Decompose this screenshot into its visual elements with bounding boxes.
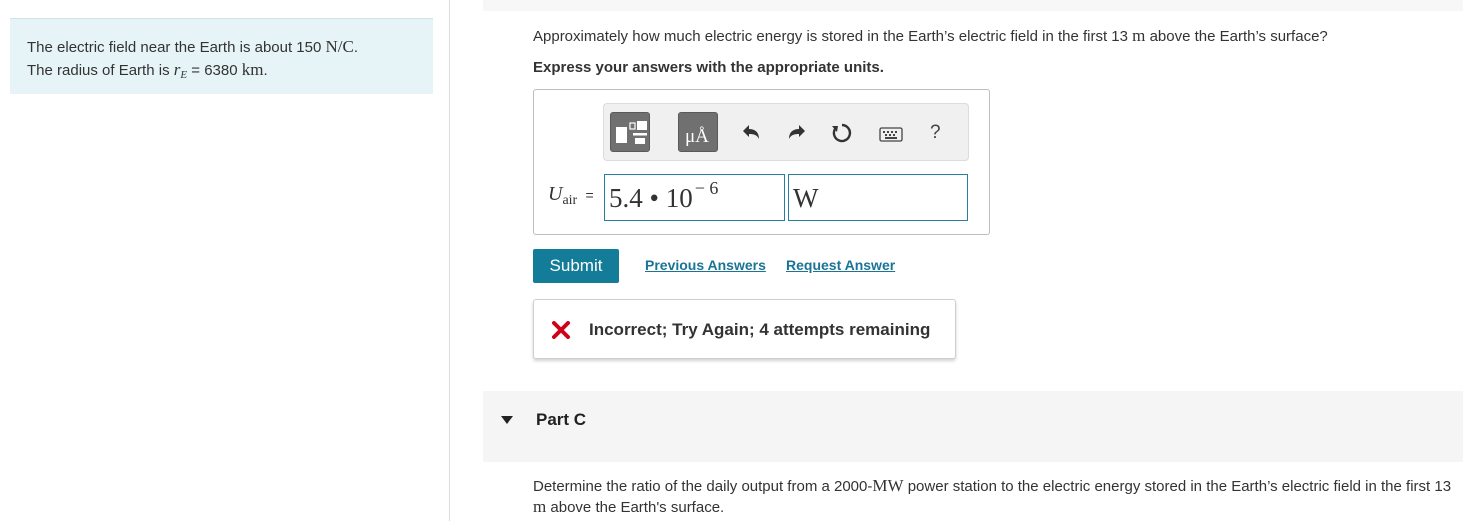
part-c-q-post: above the Earth's surface. (550, 499, 725, 516)
question-pre: Approximately how much electric energy i… (533, 28, 1128, 45)
radius-var: rE (174, 60, 188, 81)
undo-icon[interactable] (738, 122, 762, 144)
answer-variable-label: Uair = (548, 183, 594, 208)
instruction-text: Express your answers with the appropriat… (533, 59, 884, 76)
help-button[interactable]: ? (930, 122, 941, 144)
feedback-message: Incorrect; Try Again; 4 attempts remaini… (589, 320, 931, 339)
unit-value: W (793, 183, 819, 213)
part-c-q-pre: Determine the ratio of the daily output … (533, 478, 873, 495)
info-field-text: The electric field near the Earth is abo… (27, 39, 322, 56)
templates-button[interactable] (610, 112, 650, 152)
problem-info-panel: The electric field near the Earth is abo… (10, 18, 433, 94)
value-mantissa: 5.4 • 10 (609, 183, 693, 213)
redo-icon[interactable] (786, 122, 810, 144)
part-c-unit-m: m (533, 497, 547, 516)
part-c-header[interactable]: Part C (483, 391, 1463, 462)
field-unit: N/C (325, 37, 354, 56)
part-c-unit-mw: MW (872, 476, 904, 495)
question-unit: m (1132, 26, 1146, 45)
question-text: Approximately how much electric energy i… (533, 26, 1328, 46)
templates-icon (616, 121, 647, 144)
info-radius-text: The radius of Earth is (27, 62, 170, 79)
panel-divider (449, 0, 450, 521)
period: . (263, 62, 268, 79)
caret-down-icon (501, 416, 513, 424)
info-line-radius: The radius of Earth is rE = 6380 km. (27, 59, 433, 82)
var-u: U (548, 183, 563, 205)
value-input[interactable]: 5.4 • 10− 6 (604, 174, 785, 221)
value-exponent: − 6 (694, 178, 719, 198)
part-c-q-mid: power station to the electric energy sto… (907, 478, 1452, 495)
period: . (353, 39, 359, 56)
answer-box: μÅ ? Uair = 5.4 • 10− 6 W (533, 89, 990, 235)
feedback-box: Incorrect; Try Again; 4 attempts remaini… (533, 299, 956, 359)
top-strip (483, 0, 1463, 11)
request-answer-link[interactable]: Request Answer (786, 257, 895, 273)
units-label: μÅ (685, 126, 709, 147)
reset-icon[interactable] (830, 122, 854, 144)
var-sub: air (562, 193, 578, 208)
x-icon (552, 321, 570, 339)
radius-unit: km (241, 60, 264, 79)
math-toolbar: μÅ ? (603, 103, 969, 161)
part-c-title: Part C (536, 410, 587, 429)
info-line-field: The electric field near the Earth is abo… (27, 36, 433, 59)
part-c-question: Determine the ratio of the daily output … (533, 476, 1458, 518)
question-post: above the Earth’s surface? (1149, 28, 1328, 45)
submit-button[interactable]: Submit (533, 249, 619, 283)
unit-input[interactable]: W (788, 174, 968, 221)
equals-sign: = (585, 187, 594, 203)
radius-value: = 6380 (191, 62, 238, 79)
radius-var-sub: E (180, 69, 188, 81)
previous-answers-link[interactable]: Previous Answers (645, 257, 766, 273)
keyboard-icon[interactable] (878, 127, 904, 143)
units-button[interactable]: μÅ (678, 112, 718, 152)
